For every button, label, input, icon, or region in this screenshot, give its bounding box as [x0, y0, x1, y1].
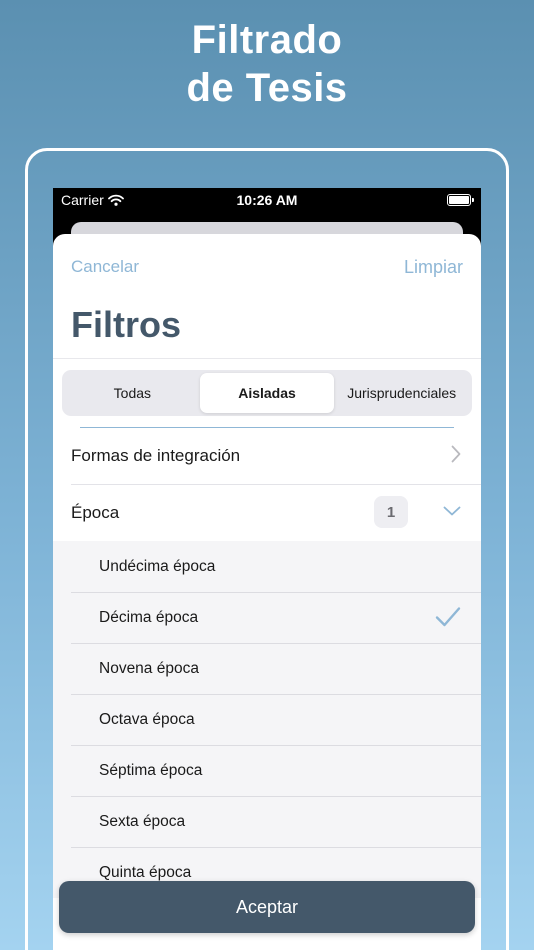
epoch-options-list: Undécima época Décima época Novena época… — [53, 541, 481, 898]
option-label: Séptima época — [99, 761, 203, 779]
page-title: Filtros — [71, 304, 182, 345]
chevron-down-icon — [443, 506, 461, 516]
segment-jurisprudenciales[interactable]: Jurisprudenciales — [334, 373, 469, 413]
option-label: Sexta época — [99, 812, 186, 830]
segmented-control: Todas Aisladas Jurisprudenciales — [62, 370, 472, 416]
headline-line-1: Filtrado — [191, 18, 343, 62]
option-octava-epoca[interactable]: Octava época — [53, 694, 481, 745]
option-label: Quinta época — [99, 863, 192, 881]
option-novena-epoca[interactable]: Novena época — [53, 643, 481, 694]
segment-todas[interactable]: Todas — [65, 373, 200, 413]
row-epoca[interactable]: Época 1 — [53, 484, 481, 541]
option-undecima-epoca[interactable]: Undécima época — [53, 541, 481, 592]
option-decima-epoca[interactable]: Décima época — [53, 592, 481, 643]
row-label: Época — [71, 502, 120, 522]
option-label: Décima época — [99, 608, 199, 626]
count-badge: 1 — [374, 496, 408, 528]
option-septima-epoca[interactable]: Séptima época — [53, 745, 481, 796]
chevron-right-icon — [451, 445, 461, 463]
status-time: 10:26 AM — [236, 192, 298, 208]
battery-icon — [447, 194, 474, 206]
clear-button[interactable]: Limpiar — [404, 257, 463, 278]
filter-sheet: Cancelar Limpiar Filtros Todas Aisladas … — [53, 234, 481, 950]
promo-headline: Filtrado de Tesis — [0, 16, 534, 112]
cancel-button[interactable]: Cancelar — [71, 257, 139, 277]
headline-line-2: de Tesis — [186, 66, 348, 110]
checkmark-icon — [435, 607, 461, 627]
option-sexta-epoca[interactable]: Sexta época — [53, 796, 481, 847]
option-label: Undécima época — [99, 557, 216, 575]
divider — [53, 358, 481, 359]
segment-aisladas[interactable]: Aisladas — [199, 373, 335, 413]
phone-screen: Carrier 10:26 AM Cancelar Limpiar Filtro… — [53, 188, 481, 950]
option-label: Octava época — [99, 710, 195, 728]
row-formas-de-integracion[interactable]: Formas de integración — [53, 427, 481, 484]
accept-button[interactable]: Aceptar — [59, 881, 475, 933]
status-bar: Carrier 10:26 AM — [53, 188, 481, 214]
row-label: Formas de integración — [71, 445, 241, 465]
option-label: Novena época — [99, 659, 199, 677]
